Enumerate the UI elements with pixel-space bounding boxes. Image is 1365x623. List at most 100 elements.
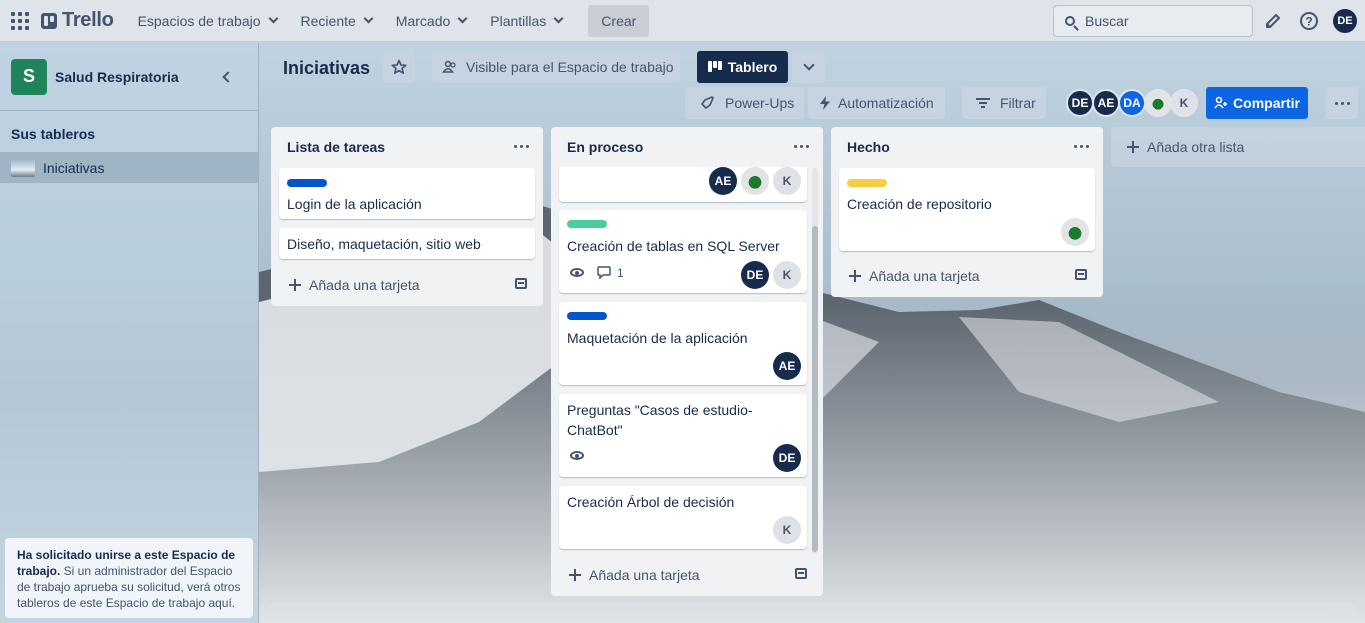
list-lista-de-tareas: Lista de tareas Login de la aplicación D… — [271, 127, 543, 306]
member-avatar-photo[interactable] — [1144, 89, 1172, 117]
top-nav: Espacios de trabajo Reciente Marcado Pla… — [128, 4, 650, 37]
card-template-icon[interactable] — [1075, 269, 1087, 280]
rocket-icon — [701, 96, 714, 109]
card[interactable]: Maquetación de la aplicación AE — [559, 302, 807, 385]
list-menu-icon[interactable] — [514, 145, 529, 148]
join-request-notice: Ha solicitado unirse a este Espacio de t… — [5, 538, 253, 618]
plus-icon — [289, 279, 301, 291]
member-avatar-k[interactable]: K — [1170, 89, 1198, 117]
app-switcher-icon[interactable] — [11, 11, 29, 30]
card-member-ae[interactable]: AE — [773, 352, 801, 380]
card[interactable]: Creación Árbol de decisión K — [559, 486, 807, 549]
lightning-icon — [820, 96, 830, 110]
powerups-button[interactable]: Power-Ups — [685, 87, 804, 119]
chevron-down-icon — [457, 13, 468, 24]
collapse-sidebar-icon[interactable] — [222, 70, 234, 83]
sidebar-item-iniciativas[interactable]: Iniciativas — [0, 152, 258, 183]
card-label[interactable] — [567, 312, 607, 320]
card-template-icon[interactable] — [515, 278, 527, 289]
create-button[interactable]: Crear — [588, 4, 650, 37]
list-en-proceso: En proceso AE K Creación de tablas en SQ… — [551, 127, 823, 596]
list-title[interactable]: Hecho — [831, 127, 1103, 167]
card-template-icon[interactable] — [795, 568, 807, 579]
workspace-name[interactable]: Salud Respiratoria — [55, 69, 179, 85]
automation-button[interactable]: Automatización — [808, 87, 945, 119]
watching-icon — [570, 268, 584, 277]
nav-starred[interactable]: Marcado — [386, 5, 476, 37]
card-title: Login de la aplicación — [287, 196, 422, 212]
nav-recent[interactable]: Reciente — [291, 5, 382, 37]
card[interactable]: Preguntas "Casos de estudio-ChatBot" DE — [559, 394, 807, 477]
chevron-down-icon — [802, 59, 815, 71]
board-horizontal-scrollbar[interactable] — [267, 603, 1357, 615]
boards-heading: Sus tableros — [11, 126, 96, 142]
search-icon — [1065, 16, 1075, 26]
card-member-k[interactable]: K — [773, 516, 801, 544]
card-title: Maquetación de la aplicación — [567, 330, 748, 346]
member-avatar-ae[interactable]: AE — [1092, 89, 1120, 117]
filter-button[interactable]: Filtrar — [962, 87, 1046, 119]
user-avatar[interactable]: DE — [1333, 9, 1357, 33]
card-label[interactable] — [287, 179, 327, 187]
trello-icon — [41, 12, 57, 29]
card-title: Preguntas "Casos de estudio-ChatBot" — [567, 402, 753, 438]
board-view-button[interactable]: Tablero — [697, 51, 788, 83]
add-card-button[interactable]: Añada una tarjeta — [569, 567, 700, 583]
member-avatar-da[interactable]: DA — [1118, 89, 1146, 117]
card-title: Creación de repositorio — [847, 196, 992, 212]
star-icon — [391, 59, 407, 74]
card-member-photo[interactable] — [1061, 218, 1089, 246]
chevron-down-icon — [553, 13, 564, 24]
sidebar: S Salud Respiratoria Sus tableros Inicia… — [0, 43, 259, 623]
card[interactable]: AE K — [559, 167, 807, 202]
workspace-header: S Salud Respiratoria — [0, 43, 258, 111]
share-button[interactable]: Compartir — [1206, 87, 1308, 119]
card[interactable]: Creación de tablas en SQL Server 1 DE K — [559, 210, 807, 293]
star-button[interactable] — [383, 51, 415, 83]
card-title: Diseño, maquetación, sitio web — [287, 236, 481, 252]
add-person-icon — [1214, 96, 1228, 109]
trello-logo[interactable]: Trello — [41, 9, 114, 32]
plus-icon — [569, 569, 581, 581]
card[interactable]: Login de la aplicación — [279, 168, 535, 219]
card-member-k[interactable]: K — [773, 261, 801, 289]
card-title: Creación Árbol de decisión — [567, 494, 735, 510]
card-member-de[interactable]: DE — [773, 444, 801, 472]
card-label[interactable] — [567, 220, 607, 228]
nav-workspaces[interactable]: Espacios de trabajo — [128, 5, 287, 37]
search-input[interactable]: Buscar — [1053, 5, 1253, 37]
card-member-k[interactable]: K — [773, 167, 801, 195]
board-scrollbar-thumb[interactable] — [269, 605, 1331, 613]
card[interactable]: Diseño, maquetación, sitio web — [279, 228, 535, 259]
chevron-down-icon — [268, 13, 278, 24]
watching-icon — [570, 451, 584, 460]
board-menu-button[interactable] — [1326, 87, 1358, 119]
member-avatar-de[interactable]: DE — [1066, 89, 1094, 117]
notifications-icon[interactable] — [1262, 10, 1284, 32]
list-scrollbar-thumb[interactable] — [812, 226, 818, 552]
card-member-ae[interactable]: AE — [709, 167, 737, 195]
card-label[interactable] — [847, 179, 887, 187]
card[interactable]: Creación de repositorio — [839, 168, 1095, 251]
list-menu-icon[interactable] — [794, 145, 809, 148]
view-switcher-button[interactable] — [792, 51, 825, 83]
board-thumbnail — [11, 158, 35, 177]
nav-templates[interactable]: Plantillas — [480, 5, 572, 37]
help-icon[interactable]: ? — [1298, 10, 1320, 32]
add-card-button[interactable]: Añada una tarjeta — [849, 268, 980, 284]
list-title[interactable]: En proceso — [551, 127, 823, 167]
filter-icon — [976, 98, 990, 108]
add-list-button[interactable]: Añada otra lista — [1111, 127, 1365, 167]
card-member-photo[interactable] — [741, 167, 769, 195]
comment-count: 1 — [617, 266, 624, 280]
visibility-button[interactable]: Visible para el Espacio de trabajo — [432, 51, 680, 83]
board-title[interactable]: Iniciativas — [283, 58, 370, 79]
list-scrollbar[interactable] — [812, 168, 818, 554]
top-bar: Trello Espacios de trabajo Reciente Marc… — [0, 0, 1365, 42]
add-card-button[interactable]: Añada una tarjeta — [289, 277, 420, 293]
list-title[interactable]: Lista de tareas — [271, 127, 543, 167]
list-menu-icon[interactable] — [1074, 145, 1089, 148]
plus-icon — [1127, 141, 1139, 153]
list-cards-scroll: AE K Creación de tablas en SQL Server 1 … — [551, 167, 823, 553]
card-member-de[interactable]: DE — [741, 261, 769, 289]
